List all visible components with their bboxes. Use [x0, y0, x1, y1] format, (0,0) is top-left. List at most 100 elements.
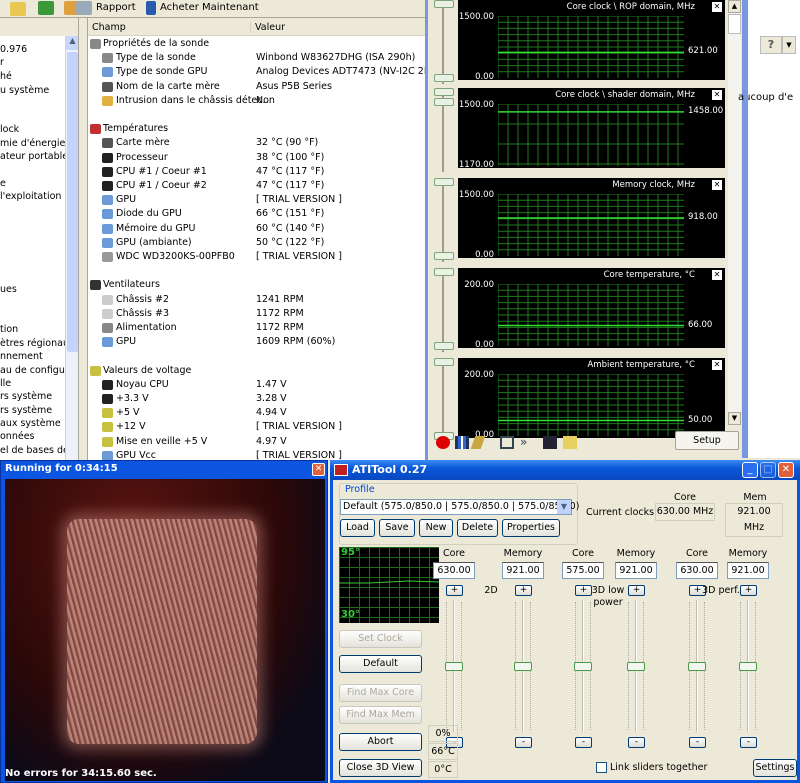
new-button[interactable]: New: [419, 519, 453, 537]
list-item[interactable]: Châssis #3 1172 RPM: [88, 307, 425, 321]
memory-clock-input[interactable]: 921.00: [615, 562, 657, 579]
range-min-handle[interactable]: [434, 74, 454, 82]
range-min-handle[interactable]: [434, 252, 454, 260]
report-button[interactable]: Rapport: [76, 0, 136, 16]
load-button[interactable]: Load: [340, 519, 375, 537]
tree-item[interactable]: ues: [0, 284, 17, 295]
abort-button[interactable]: Abort: [339, 733, 422, 751]
close-icon[interactable]: ✕: [712, 90, 722, 100]
list-item[interactable]: +5 V 4.94 V: [88, 406, 425, 420]
memory-decrease-button[interactable]: -: [515, 737, 532, 748]
group-header[interactable]: Propriétés de la sonde: [88, 37, 425, 51]
range-min-handle[interactable]: [434, 98, 454, 106]
range-max-handle[interactable]: [434, 268, 454, 276]
range-max-handle[interactable]: [434, 178, 454, 186]
save-icon[interactable]: [543, 436, 557, 449]
tree-item[interactable]: rs système: [0, 391, 52, 402]
splitter[interactable]: [78, 18, 88, 460]
memory-clock-slider[interactable]: [738, 600, 758, 732]
column-field[interactable]: Champ: [92, 22, 126, 33]
core-clock-input[interactable]: 630.00: [433, 562, 475, 579]
list-item[interactable]: Type de la sonde Winbond W83627DHG (ISA 2…: [88, 51, 425, 65]
core-clock-input[interactable]: 630.00: [676, 562, 718, 579]
tree-item[interactable]: au de configura: [0, 365, 65, 376]
close-button[interactable]: ✕: [778, 462, 794, 478]
slider-thumb[interactable]: [688, 662, 706, 671]
folder-icon[interactable]: [10, 2, 26, 16]
tree-item[interactable]: nnement: [0, 351, 43, 362]
scroll-up-icon[interactable]: ▲: [728, 0, 741, 13]
tree-item[interactable]: aux système: [0, 418, 61, 429]
refresh-icon[interactable]: [38, 1, 54, 15]
range-max-handle[interactable]: [434, 358, 454, 366]
memory-increase-button[interactable]: +: [515, 585, 532, 596]
memory-decrease-button[interactable]: -: [628, 737, 645, 748]
properties-button[interactable]: Properties: [502, 519, 560, 537]
memory-decrease-button[interactable]: -: [740, 737, 757, 748]
list-item[interactable]: GPU 1609 RPM (60%): [88, 335, 425, 349]
windows-icon[interactable]: [500, 436, 514, 449]
close-button[interactable]: ✕: [312, 463, 325, 476]
tree-item[interactable]: lock: [0, 124, 19, 135]
scroll-down-icon[interactable]: ▼: [728, 412, 741, 425]
list-item[interactable]: Mise en veille +5 V 4.97 V: [88, 435, 425, 449]
list-item[interactable]: Alimentation 1172 RPM: [88, 321, 425, 335]
pause-icon[interactable]: [455, 436, 469, 449]
list-item[interactable]: GPU (ambiante) 50 °C (122 °F): [88, 236, 425, 250]
list-item[interactable]: +3.3 V 3.28 V: [88, 392, 425, 406]
clear-icon[interactable]: [470, 436, 486, 449]
memory-clock-slider[interactable]: [513, 600, 533, 732]
close-icon[interactable]: ✕: [712, 180, 722, 190]
minimize-button[interactable]: _: [742, 462, 758, 478]
list-item[interactable]: Diode du GPU 66 °C (151 °F): [88, 207, 425, 221]
tree-item[interactable]: e: [0, 178, 6, 189]
delete-button[interactable]: Delete: [457, 519, 498, 537]
list-item[interactable]: WDC WD3200KS-00PFB0 [ TRIAL VERSION ]: [88, 250, 425, 264]
default-button[interactable]: Default: [339, 655, 422, 673]
memory-clock-slider[interactable]: [626, 600, 646, 732]
tree-item[interactable]: ètres régionaux: [0, 338, 65, 349]
list-item[interactable]: Nom de la carte mère Asus P5B Series: [88, 80, 425, 94]
core-increase-button[interactable]: +: [446, 585, 463, 596]
slider-thumb[interactable]: [627, 662, 645, 671]
find-max-core-button[interactable]: Find Max Core: [339, 684, 422, 702]
tree-item[interactable]: hé: [0, 71, 12, 82]
set-clock-button[interactable]: Set Clock: [339, 630, 422, 648]
range-min-handle[interactable]: [434, 342, 454, 350]
slider-thumb[interactable]: [574, 662, 592, 671]
group-header[interactable]: Températures: [88, 122, 425, 136]
slider-thumb[interactable]: [514, 662, 532, 671]
list-item[interactable]: Type de sonde GPU Analog Devices ADT7473 …: [88, 65, 425, 79]
range-max-handle[interactable]: [434, 88, 454, 96]
profile-select[interactable]: Default (575.0/850.0 | 575.0/850.0 | 575…: [340, 499, 579, 515]
list-item[interactable]: Carte mère 32 °C (90 °F): [88, 136, 425, 150]
memory-clock-input[interactable]: 921.00: [502, 562, 544, 579]
tree-item[interactable]: r: [0, 57, 4, 68]
list-item[interactable]: GPU [ TRIAL VERSION ]: [88, 193, 425, 207]
memory-increase-button[interactable]: +: [628, 585, 645, 596]
close-icon[interactable]: ✕: [712, 2, 722, 12]
tree-item[interactable]: u système: [0, 85, 49, 96]
open-folder-icon[interactable]: [563, 436, 577, 449]
help-button[interactable]: ?: [760, 36, 782, 54]
list-item[interactable]: Intrusion dans le châssis détec... Non: [88, 94, 425, 108]
tree-item[interactable]: 0.976: [0, 44, 27, 55]
core-clock-slider[interactable]: [573, 600, 593, 732]
list-item[interactable]: Mémoire du GPU 60 °C (140 °F): [88, 222, 425, 236]
scroll-thumb[interactable]: [67, 52, 78, 352]
record-icon[interactable]: [436, 436, 450, 449]
chevron-down-icon[interactable]: ▼: [782, 36, 796, 54]
monitor-scrollbar[interactable]: ▲ ▼: [728, 0, 741, 425]
list-item[interactable]: CPU #1 / Coeur #1 47 °C (117 °F): [88, 165, 425, 179]
tree-item[interactable]: onnées: [0, 431, 35, 442]
list-item[interactable]: Châssis #2 1241 RPM: [88, 293, 425, 307]
column-value[interactable]: Valeur: [250, 22, 285, 33]
range-max-handle[interactable]: [434, 0, 454, 8]
settings-button[interactable]: Settings: [753, 759, 797, 777]
list-item[interactable]: CPU #1 / Coeur #2 47 °C (117 °F): [88, 179, 425, 193]
memory-clock-input[interactable]: 921.00: [727, 562, 769, 579]
expand-icon[interactable]: »: [520, 436, 534, 449]
maximize-button[interactable]: □: [760, 462, 776, 478]
core-decrease-button[interactable]: -: [575, 737, 592, 748]
core-clock-input[interactable]: 575.00: [562, 562, 604, 579]
